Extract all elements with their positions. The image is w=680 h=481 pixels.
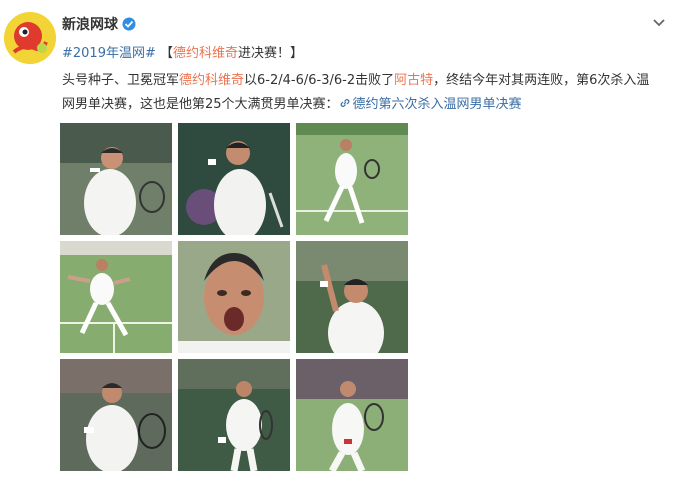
avatar[interactable] xyxy=(4,12,56,64)
photo-6[interactable] xyxy=(296,241,408,353)
photo-4[interactable] xyxy=(60,241,172,353)
photo-3[interactable] xyxy=(296,123,408,235)
article-link-text[interactable]: 德约第六次杀入温网男单决赛 xyxy=(353,97,522,112)
photo-5[interactable] xyxy=(178,241,290,353)
player-link-2[interactable]: 阿古特 xyxy=(394,73,433,88)
photo-8[interactable] xyxy=(178,359,290,471)
text-2: 以6-2/4-6/6-3/6-2击败了 xyxy=(244,73,395,88)
verified-badge-icon xyxy=(122,17,136,31)
article-link[interactable]: 德约第六次杀入温网男单决赛 xyxy=(339,97,522,112)
link-chain-icon xyxy=(340,99,349,107)
photo-1[interactable] xyxy=(60,123,172,235)
topic-link[interactable]: #2019年温网# xyxy=(62,46,156,61)
photo-7[interactable] xyxy=(60,359,172,471)
text-1: 头号种子、卫冕冠军 xyxy=(62,73,180,88)
chevron-down-icon[interactable] xyxy=(652,18,666,28)
headline-suffix: 进决赛！】 xyxy=(238,46,304,61)
account-name[interactable]: 新浪网球 xyxy=(62,14,118,34)
photo-2[interactable] xyxy=(178,123,290,235)
photo-grid xyxy=(60,123,408,471)
photo-9[interactable] xyxy=(296,359,408,471)
headline-player-link[interactable]: 德约科维奇 xyxy=(173,46,238,61)
post-body: 头号种子、卫冕冠军德约科维奇以6-2/4-6/6-3/6-2击败了阿古特，终结今… xyxy=(62,69,662,117)
sina-tennis-logo-icon xyxy=(4,12,56,64)
post-content: #2019年温网# 【德约科维奇进决赛！】 头号种子、卫冕冠军德约科维奇以6-2… xyxy=(62,42,662,117)
headline-prefix: 【 xyxy=(160,46,174,61)
username[interactable]: 新浪网球 xyxy=(62,14,136,34)
player-link-1[interactable]: 德约科维奇 xyxy=(179,73,244,88)
